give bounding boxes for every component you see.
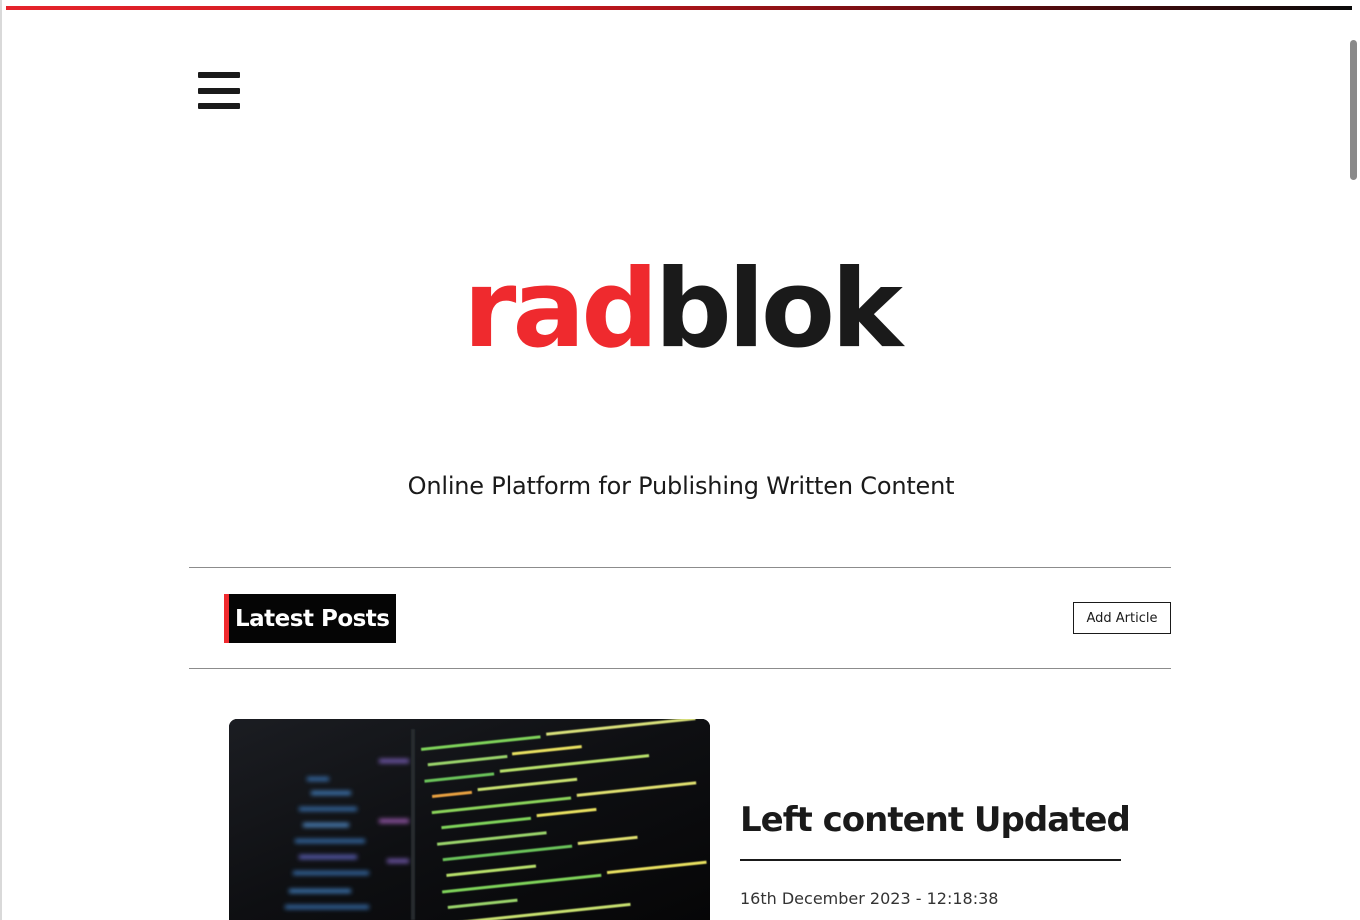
- post-title-underline: [740, 859, 1121, 861]
- section-divider-top: [189, 567, 1171, 568]
- scrollbar-thumb[interactable]: [1350, 40, 1357, 180]
- top-accent-bar: [6, 6, 1352, 10]
- menu-line: [198, 88, 240, 94]
- site-tagline: Online Platform for Publishing Written C…: [407, 472, 955, 500]
- post-thumbnail-image[interactable]: [229, 719, 710, 920]
- menu-line: [198, 103, 240, 109]
- scrollbar[interactable]: [1348, 10, 1358, 920]
- section-divider-bottom: [189, 668, 1171, 669]
- post-title[interactable]: Left content Updated: [740, 800, 1160, 840]
- post-date: 16th December 2023 - 12:18:38: [740, 889, 999, 908]
- hamburger-menu-icon[interactable]: [198, 72, 242, 110]
- site-logo[interactable]: radblok: [2, 240, 1360, 380]
- section-heading-text: Latest Posts: [235, 605, 390, 632]
- logo-part-red: rad: [463, 247, 658, 372]
- logo-part-dark: blok: [654, 247, 903, 372]
- menu-line: [198, 72, 240, 78]
- add-article-button[interactable]: Add Article: [1073, 602, 1171, 634]
- page-frame: radblok Online Platform for Publishing W…: [0, 0, 1358, 920]
- code-screen-illustration: [229, 719, 710, 920]
- section-heading: Latest Posts: [224, 594, 396, 643]
